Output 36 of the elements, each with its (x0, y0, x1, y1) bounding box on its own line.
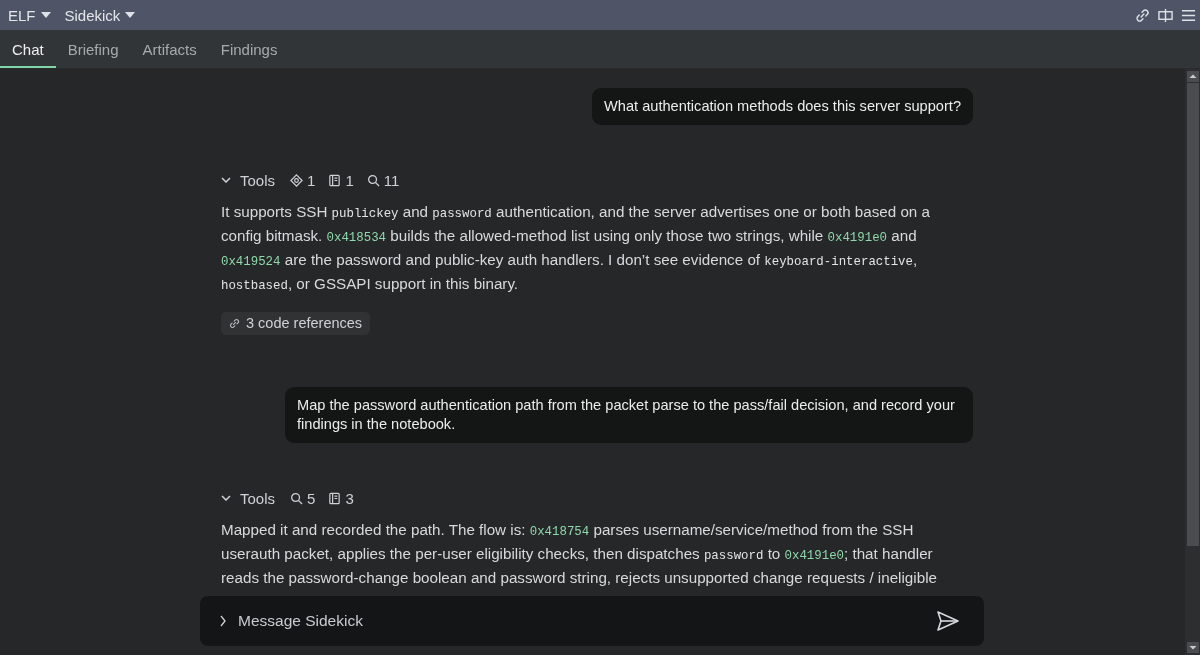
tools-toggle[interactable]: Tools (221, 171, 276, 189)
tool-count: 3 (345, 489, 354, 507)
caret-icon (125, 12, 136, 18)
notebook-icon (328, 491, 342, 505)
chevron-down-icon (221, 177, 231, 183)
scrollbar-thumb[interactable] (1186, 83, 1199, 546)
tool-count: 1 (345, 171, 354, 189)
message-field[interactable]: Message Sidekick (200, 596, 984, 646)
search-icon (366, 173, 380, 187)
tool-count: 5 (307, 489, 316, 507)
scrollbar[interactable] (1185, 69, 1200, 655)
tool-count: 1 (307, 171, 316, 189)
dropdown-menu[interactable]: Sidekick (64, 6, 136, 24)
tab[interactable]: Findings (208, 30, 290, 68)
dropdown-menu[interactable]: ELF (8, 6, 51, 24)
split-panel-icon[interactable] (1158, 7, 1173, 23)
tab[interactable]: Artifacts (130, 30, 209, 68)
tools-toggle[interactable]: Tools (221, 489, 276, 507)
chevron-down-icon (221, 495, 231, 501)
notebook-icon (328, 173, 342, 187)
tool-count: 11 (383, 171, 400, 189)
scroll-down-icon[interactable] (1186, 642, 1199, 653)
chevron-right-icon (220, 615, 226, 627)
scroll-up-icon[interactable] (1186, 71, 1199, 82)
user-message: Map the password authentication path from the packet parse to the pass/fail decision, and record your findings in the notebook. (285, 387, 973, 443)
search-icon (290, 491, 304, 505)
caret-icon (40, 12, 51, 18)
menu-icon[interactable] (1181, 7, 1196, 23)
link-icon[interactable] (1135, 7, 1150, 23)
message-input[interactable]: Message Sidekick (238, 612, 925, 630)
user-message: What authentication methods does this server support? (592, 88, 973, 125)
link-icon (229, 318, 240, 329)
code-references-button[interactable]: 3 code references (221, 312, 371, 335)
send-icon[interactable] (937, 611, 959, 631)
tab[interactable]: Briefing (55, 30, 131, 68)
diamond-target-icon (290, 173, 304, 187)
